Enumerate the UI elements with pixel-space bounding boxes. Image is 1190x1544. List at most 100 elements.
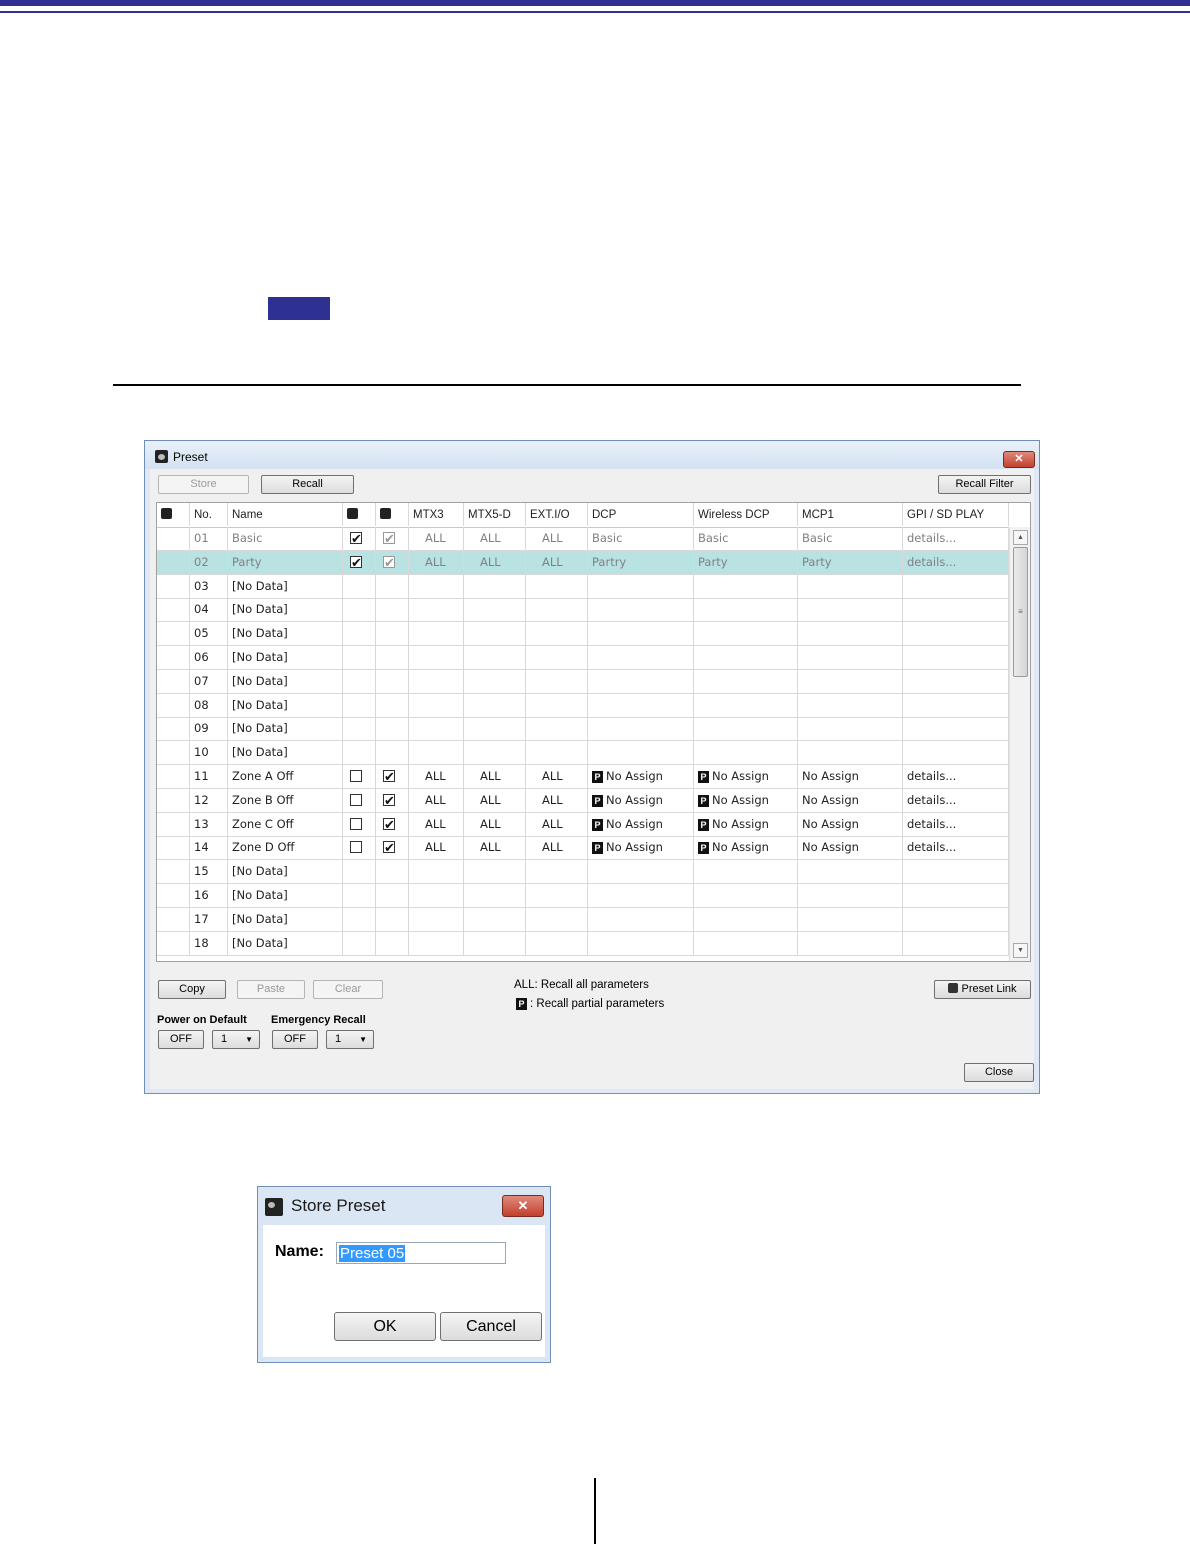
cell-protect[interactable] xyxy=(343,646,376,669)
cell-gpi[interactable] xyxy=(903,884,1009,907)
table-row[interactable]: 05 [No Data] xyxy=(157,622,1009,647)
table-row[interactable]: 08 [No Data] xyxy=(157,693,1009,718)
cell-gpi[interactable] xyxy=(903,931,1009,955)
cell-gpi[interactable]: details... xyxy=(903,527,1009,550)
table-row[interactable]: 10 [No Data] xyxy=(157,741,1009,766)
table-row[interactable]: 01 Basic ALL ALL ALL Basic Basic Basic details..… xyxy=(157,527,1009,551)
cell-protect[interactable] xyxy=(343,527,376,550)
table-row[interactable]: 17 [No Data] xyxy=(157,907,1009,932)
cell-protect[interactable] xyxy=(343,765,376,788)
cell-protect[interactable] xyxy=(343,884,376,907)
table-row[interactable]: 13Zone C OffALLALLALLPNo AssignPNo Assig… xyxy=(157,812,1009,837)
cell-gpi[interactable] xyxy=(903,669,1009,693)
table-row[interactable]: 15 [No Data] xyxy=(157,860,1009,885)
store-dialog-close-button[interactable]: ✕ xyxy=(502,1195,544,1217)
cell-schedule[interactable] xyxy=(376,907,409,931)
cell-schedule[interactable] xyxy=(376,788,409,812)
cell-gpi[interactable] xyxy=(903,646,1009,669)
protect-checkbox[interactable] xyxy=(350,793,362,806)
protect-checkbox[interactable] xyxy=(350,528,362,550)
recall-button[interactable]: Recall xyxy=(261,475,354,494)
protect-checkbox[interactable] xyxy=(350,817,362,830)
cancel-button[interactable]: Cancel xyxy=(440,1312,542,1341)
protect-checkbox[interactable] xyxy=(350,552,362,574)
scroll-down-icon[interactable]: ▼ xyxy=(1013,943,1028,958)
schedule-checkbox[interactable] xyxy=(383,552,395,574)
protect-checkbox[interactable] xyxy=(350,841,362,854)
table-row[interactable]: 16 [No Data] xyxy=(157,884,1009,908)
close-window-button[interactable]: ✕ xyxy=(1003,451,1035,468)
cell-protect[interactable] xyxy=(343,717,376,741)
cell-gpi[interactable] xyxy=(903,717,1009,741)
preset-name-input[interactable]: Preset 05 xyxy=(336,1242,506,1264)
paste-button[interactable]: Paste xyxy=(237,980,305,999)
schedule-checkbox[interactable] xyxy=(383,837,395,859)
table-row[interactable]: 07 [No Data] xyxy=(157,669,1009,694)
recall-filter-button[interactable]: Recall Filter xyxy=(938,475,1031,494)
clear-button[interactable]: Clear xyxy=(313,980,383,999)
cell-schedule[interactable] xyxy=(376,598,409,622)
cell-protect[interactable] xyxy=(343,788,376,812)
cell-protect[interactable] xyxy=(343,693,376,717)
cell-gpi[interactable]: details... xyxy=(903,550,1009,574)
table-row[interactable]: 12Zone B OffALLALLALLPNo AssignPNo Assig… xyxy=(157,788,1009,813)
table-row[interactable]: 11Zone A OffALLALLALLPNo AssignPNo Assig… xyxy=(157,765,1009,789)
scroll-up-icon[interactable]: ▲ xyxy=(1013,530,1028,545)
cell-gpi[interactable] xyxy=(903,693,1009,717)
power-on-default-select[interactable]: 1 ▼ xyxy=(212,1030,260,1049)
cell-schedule[interactable] xyxy=(376,574,409,598)
cell-schedule[interactable] xyxy=(376,884,409,907)
cell-protect[interactable] xyxy=(343,622,376,646)
ok-button[interactable]: OK xyxy=(334,1312,436,1341)
cell-gpi[interactable]: details... xyxy=(903,812,1009,836)
table-row[interactable]: 18 [No Data] xyxy=(157,931,1009,956)
cell-schedule[interactable] xyxy=(376,931,409,955)
cell-protect[interactable] xyxy=(343,741,376,765)
cell-schedule[interactable] xyxy=(376,669,409,693)
cell-schedule[interactable] xyxy=(376,550,409,574)
copy-button[interactable]: Copy xyxy=(158,980,226,999)
schedule-checkbox[interactable] xyxy=(383,790,395,812)
emergency-recall-select[interactable]: 1 ▼ xyxy=(326,1030,374,1049)
cell-schedule[interactable] xyxy=(376,527,409,550)
cell-gpi[interactable] xyxy=(903,574,1009,598)
cell-schedule[interactable] xyxy=(376,765,409,788)
cell-protect[interactable] xyxy=(343,598,376,622)
cell-schedule[interactable] xyxy=(376,622,409,646)
emergency-recall-toggle[interactable]: OFF xyxy=(272,1030,318,1049)
preset-link-button[interactable]: Preset Link xyxy=(934,980,1031,999)
cell-gpi[interactable]: details... xyxy=(903,765,1009,788)
cell-gpi[interactable]: details... xyxy=(903,836,1009,860)
schedule-checkbox[interactable] xyxy=(383,528,395,550)
cell-schedule[interactable] xyxy=(376,741,409,765)
cell-schedule[interactable] xyxy=(376,646,409,669)
table-row[interactable]: 03 [No Data] xyxy=(157,574,1009,599)
cell-schedule[interactable] xyxy=(376,717,409,741)
cell-gpi[interactable] xyxy=(903,741,1009,765)
cell-protect[interactable] xyxy=(343,931,376,955)
cell-schedule[interactable] xyxy=(376,812,409,836)
cell-protect[interactable] xyxy=(343,574,376,598)
scroll-thumb[interactable]: ≡ xyxy=(1013,547,1028,677)
cell-gpi[interactable] xyxy=(903,860,1009,884)
cell-protect[interactable] xyxy=(343,860,376,884)
cell-protect[interactable] xyxy=(343,550,376,574)
table-row[interactable]: 09 [No Data] xyxy=(157,717,1009,742)
cell-gpi[interactable] xyxy=(903,598,1009,622)
table-row[interactable]: 14Zone D OffALLALLALLPNo AssignPNo Assig… xyxy=(157,836,1009,861)
cell-gpi[interactable] xyxy=(903,907,1009,931)
cell-protect[interactable] xyxy=(343,836,376,860)
table-row[interactable]: 06 [No Data] xyxy=(157,646,1009,670)
protect-checkbox[interactable] xyxy=(350,770,362,782)
cell-protect[interactable] xyxy=(343,812,376,836)
cell-schedule[interactable] xyxy=(376,860,409,884)
store-button[interactable]: Store xyxy=(158,475,249,494)
cell-protect[interactable] xyxy=(343,907,376,931)
schedule-checkbox[interactable] xyxy=(383,814,395,836)
power-on-default-toggle[interactable]: OFF xyxy=(158,1030,204,1049)
cell-schedule[interactable] xyxy=(376,693,409,717)
cell-gpi[interactable]: details... xyxy=(903,788,1009,812)
close-button[interactable]: Close xyxy=(964,1063,1034,1082)
cell-protect[interactable] xyxy=(343,669,376,693)
cell-gpi[interactable] xyxy=(903,622,1009,646)
